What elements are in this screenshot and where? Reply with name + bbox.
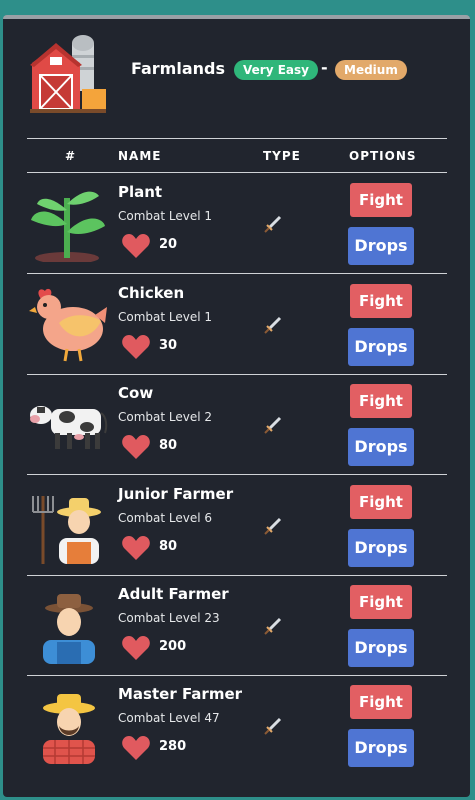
heart-icon bbox=[122, 335, 150, 359]
area-header: Farmlands Very Easy - Medium bbox=[28, 33, 448, 123]
monster-name: Plant bbox=[118, 183, 163, 201]
monster-row: Cow Combat Level 2 80 Fight Drops bbox=[27, 375, 447, 475]
barn-icon bbox=[30, 35, 106, 113]
heart-icon bbox=[122, 736, 150, 760]
monster-combat-level: Combat Level 47 bbox=[118, 711, 220, 725]
monster-hitpoints: 20 bbox=[159, 237, 178, 252]
monster-row: Plant Combat Level 1 20 Fight Drops bbox=[27, 174, 447, 274]
heart-icon bbox=[122, 636, 150, 660]
fight-button[interactable]: Fight bbox=[350, 685, 412, 719]
fight-button[interactable]: Fight bbox=[350, 384, 412, 418]
column-divider bbox=[27, 172, 447, 173]
cow-icon bbox=[30, 406, 108, 449]
column-name: NAME bbox=[118, 149, 162, 163]
fight-button[interactable]: Fight bbox=[350, 284, 412, 318]
drops-button[interactable]: Drops bbox=[348, 227, 414, 265]
monster-row: Master Farmer Combat Level 47 280 Fight … bbox=[27, 676, 447, 776]
monster-combat-level: Combat Level 23 bbox=[118, 611, 220, 625]
monster-combat-level: Combat Level 2 bbox=[118, 410, 213, 424]
monster-hitpoints: 200 bbox=[159, 639, 187, 654]
plant-icon bbox=[31, 191, 105, 262]
drops-button[interactable]: Drops bbox=[348, 529, 414, 567]
fight-button[interactable]: Fight bbox=[350, 183, 412, 217]
sword-icon bbox=[264, 517, 282, 535]
column-options: OPTIONS bbox=[349, 149, 417, 163]
monster-name: Chicken bbox=[118, 284, 185, 302]
heart-icon bbox=[122, 536, 150, 560]
difficulty-separator: - bbox=[321, 58, 328, 77]
monster-combat-level: Combat Level 6 bbox=[118, 511, 213, 525]
junior-farmer-icon bbox=[32, 496, 101, 564]
column-number: # bbox=[65, 149, 77, 163]
monster-name: Cow bbox=[118, 384, 154, 402]
difficulty-badge-very-easy: Very Easy bbox=[234, 60, 318, 80]
monster-hitpoints: 280 bbox=[159, 739, 187, 754]
sword-icon bbox=[264, 717, 282, 735]
monster-hitpoints: 30 bbox=[159, 338, 178, 353]
row-divider bbox=[27, 273, 447, 274]
monster-row: Adult Farmer Combat Level 23 200 Fight D… bbox=[27, 576, 447, 676]
header-divider bbox=[27, 138, 447, 139]
adult-farmer-icon bbox=[43, 594, 95, 664]
sword-icon bbox=[264, 416, 282, 434]
monster-row: Chicken Combat Level 1 30 Fight Drops bbox=[27, 275, 447, 375]
monster-row: Junior Farmer Combat Level 6 80 Fight Dr… bbox=[27, 476, 447, 576]
monster-hitpoints: 80 bbox=[159, 438, 178, 453]
heart-icon bbox=[122, 234, 150, 258]
drops-button[interactable]: Drops bbox=[348, 428, 414, 466]
drops-button[interactable]: Drops bbox=[348, 729, 414, 767]
area-title: Farmlands bbox=[131, 59, 225, 78]
monster-name: Junior Farmer bbox=[118, 485, 234, 503]
column-type: TYPE bbox=[263, 149, 301, 163]
drops-button[interactable]: Drops bbox=[348, 629, 414, 667]
drops-button[interactable]: Drops bbox=[348, 328, 414, 366]
monster-combat-level: Combat Level 1 bbox=[118, 310, 213, 324]
monster-hitpoints: 80 bbox=[159, 539, 178, 554]
monster-name: Adult Farmer bbox=[118, 585, 229, 603]
sword-icon bbox=[264, 316, 282, 334]
row-divider bbox=[27, 474, 447, 475]
monster-name: Master Farmer bbox=[118, 685, 243, 703]
fight-button[interactable]: Fight bbox=[350, 485, 412, 519]
sword-icon bbox=[264, 215, 282, 233]
sword-icon bbox=[264, 617, 282, 635]
heart-icon bbox=[122, 435, 150, 459]
difficulty-badge-medium: Medium bbox=[335, 60, 407, 80]
monster-combat-level: Combat Level 1 bbox=[118, 209, 213, 223]
fight-button[interactable]: Fight bbox=[350, 585, 412, 619]
chicken-icon bbox=[29, 288, 107, 362]
master-farmer-icon bbox=[43, 694, 95, 764]
